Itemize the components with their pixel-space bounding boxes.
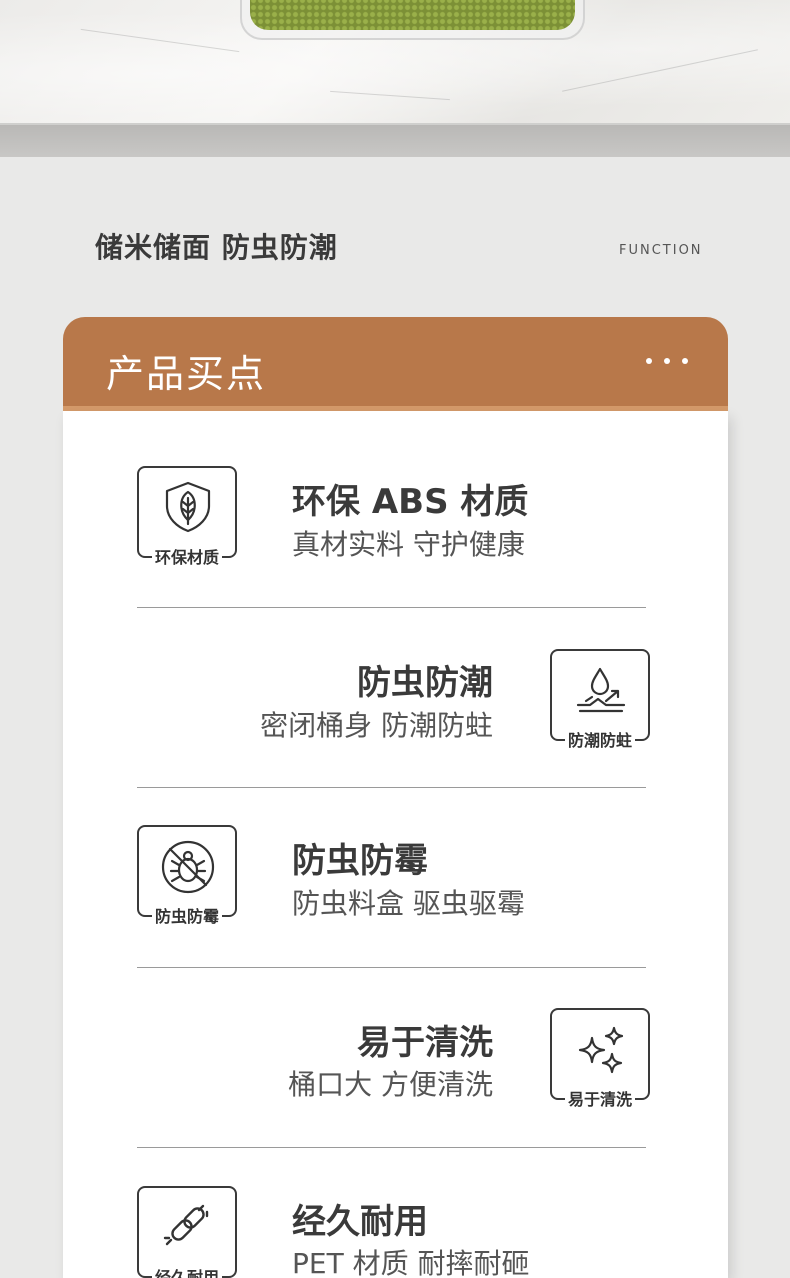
section-title: 储米储面 防虫防潮	[95, 231, 338, 264]
icon-label: 易于清洗	[564, 1086, 636, 1110]
feature-title: 易于清洗	[357, 1023, 493, 1063]
feature-desc: 真材实料 守护健康	[292, 528, 525, 561]
feature-title: 防虫防霉	[292, 841, 428, 881]
feature-desc: PET 材质 耐摔耐砸	[292, 1247, 530, 1278]
water-drop-icon: 防潮防蛀	[550, 649, 650, 751]
feature-desc: 防虫料盒 驱虫驱霉	[292, 887, 525, 920]
icon-label: 经久耐用	[151, 1264, 223, 1278]
feature-desc: 桶口大 方便清洗	[288, 1068, 493, 1101]
more-dots-icon	[646, 358, 688, 364]
card-header-title: 产品买点	[106, 352, 267, 396]
section-subtitle: FUNCTION	[619, 243, 703, 258]
mung-beans	[250, 0, 575, 30]
divider	[137, 1147, 646, 1148]
divider	[137, 967, 646, 968]
divider	[137, 607, 646, 608]
divider	[137, 787, 646, 788]
chain-link-icon: 经久耐用	[137, 1186, 237, 1278]
icon-label: 防虫防霉	[151, 903, 223, 927]
feature-title: 经久耐用	[292, 1202, 428, 1242]
feature-title: 防虫防潮	[357, 663, 493, 703]
photo-base	[0, 125, 790, 157]
card-header: 产品买点	[63, 317, 728, 411]
feature-desc: 密闭桶身 防潮防蛀	[260, 709, 493, 742]
sparkle-icon: 易于清洗	[550, 1008, 650, 1110]
leaf-shield-icon: 环保材质	[137, 466, 237, 568]
feature-title: 环保 ABS 材质	[292, 482, 529, 522]
no-bug-icon: 防虫防霉	[137, 825, 237, 927]
product-photo	[0, 0, 790, 157]
icon-label: 环保材质	[151, 544, 223, 568]
icon-label: 防潮防蛀	[564, 727, 636, 751]
